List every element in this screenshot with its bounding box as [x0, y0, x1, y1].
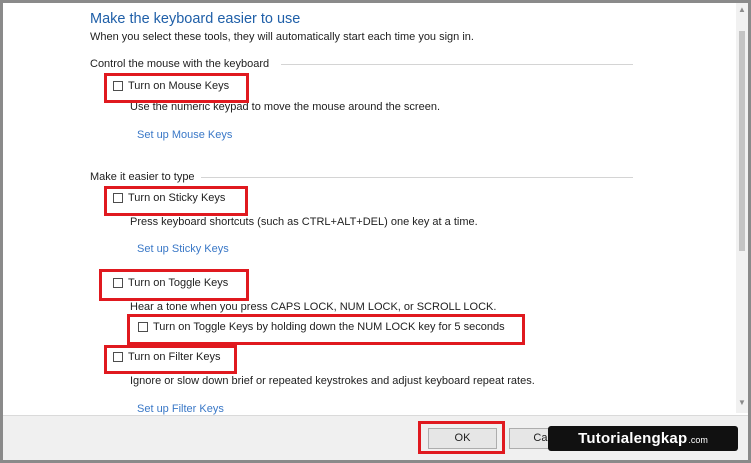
setup-filter-keys-link[interactable]: Set up Filter Keys [137, 403, 224, 415]
scroll-thumb[interactable] [739, 31, 745, 251]
watermark-text: Tutorialengkap [578, 430, 688, 447]
toggle-keys-description: Hear a tone when you press CAPS LOCK, NU… [130, 301, 497, 313]
scroll-up-arrow-icon[interactable]: ▲ [738, 6, 746, 14]
sticky-keys-description: Press keyboard shortcuts (such as CTRL+A… [130, 216, 478, 228]
highlight-box [127, 314, 525, 345]
setup-sticky-keys-link[interactable]: Set up Sticky Keys [137, 243, 229, 255]
watermark-banner: Tutorialengkap .com [548, 426, 738, 451]
setup-mouse-keys-link[interactable]: Set up Mouse Keys [137, 129, 232, 141]
ease-of-access-window: Make the keyboard easier to use When you… [0, 0, 751, 463]
highlight-box [418, 421, 505, 454]
highlight-box [104, 186, 248, 216]
watermark-suffix: .com [688, 435, 708, 445]
vertical-scrollbar[interactable]: ▲ ▼ [736, 3, 748, 413]
section-divider [201, 177, 633, 178]
filter-keys-description: Ignore or slow down brief or repeated ke… [130, 375, 535, 387]
typing-section-label: Make it easier to type [90, 171, 195, 183]
scroll-down-arrow-icon[interactable]: ▼ [738, 399, 746, 407]
highlight-box [104, 73, 249, 103]
section-divider [281, 64, 633, 65]
page-title: Make the keyboard easier to use [90, 11, 301, 27]
page-subtitle: When you select these tools, they will a… [90, 31, 474, 43]
highlight-box [99, 269, 249, 301]
highlight-box [104, 345, 237, 374]
mouse-section-label: Control the mouse with the keyboard [90, 58, 270, 70]
